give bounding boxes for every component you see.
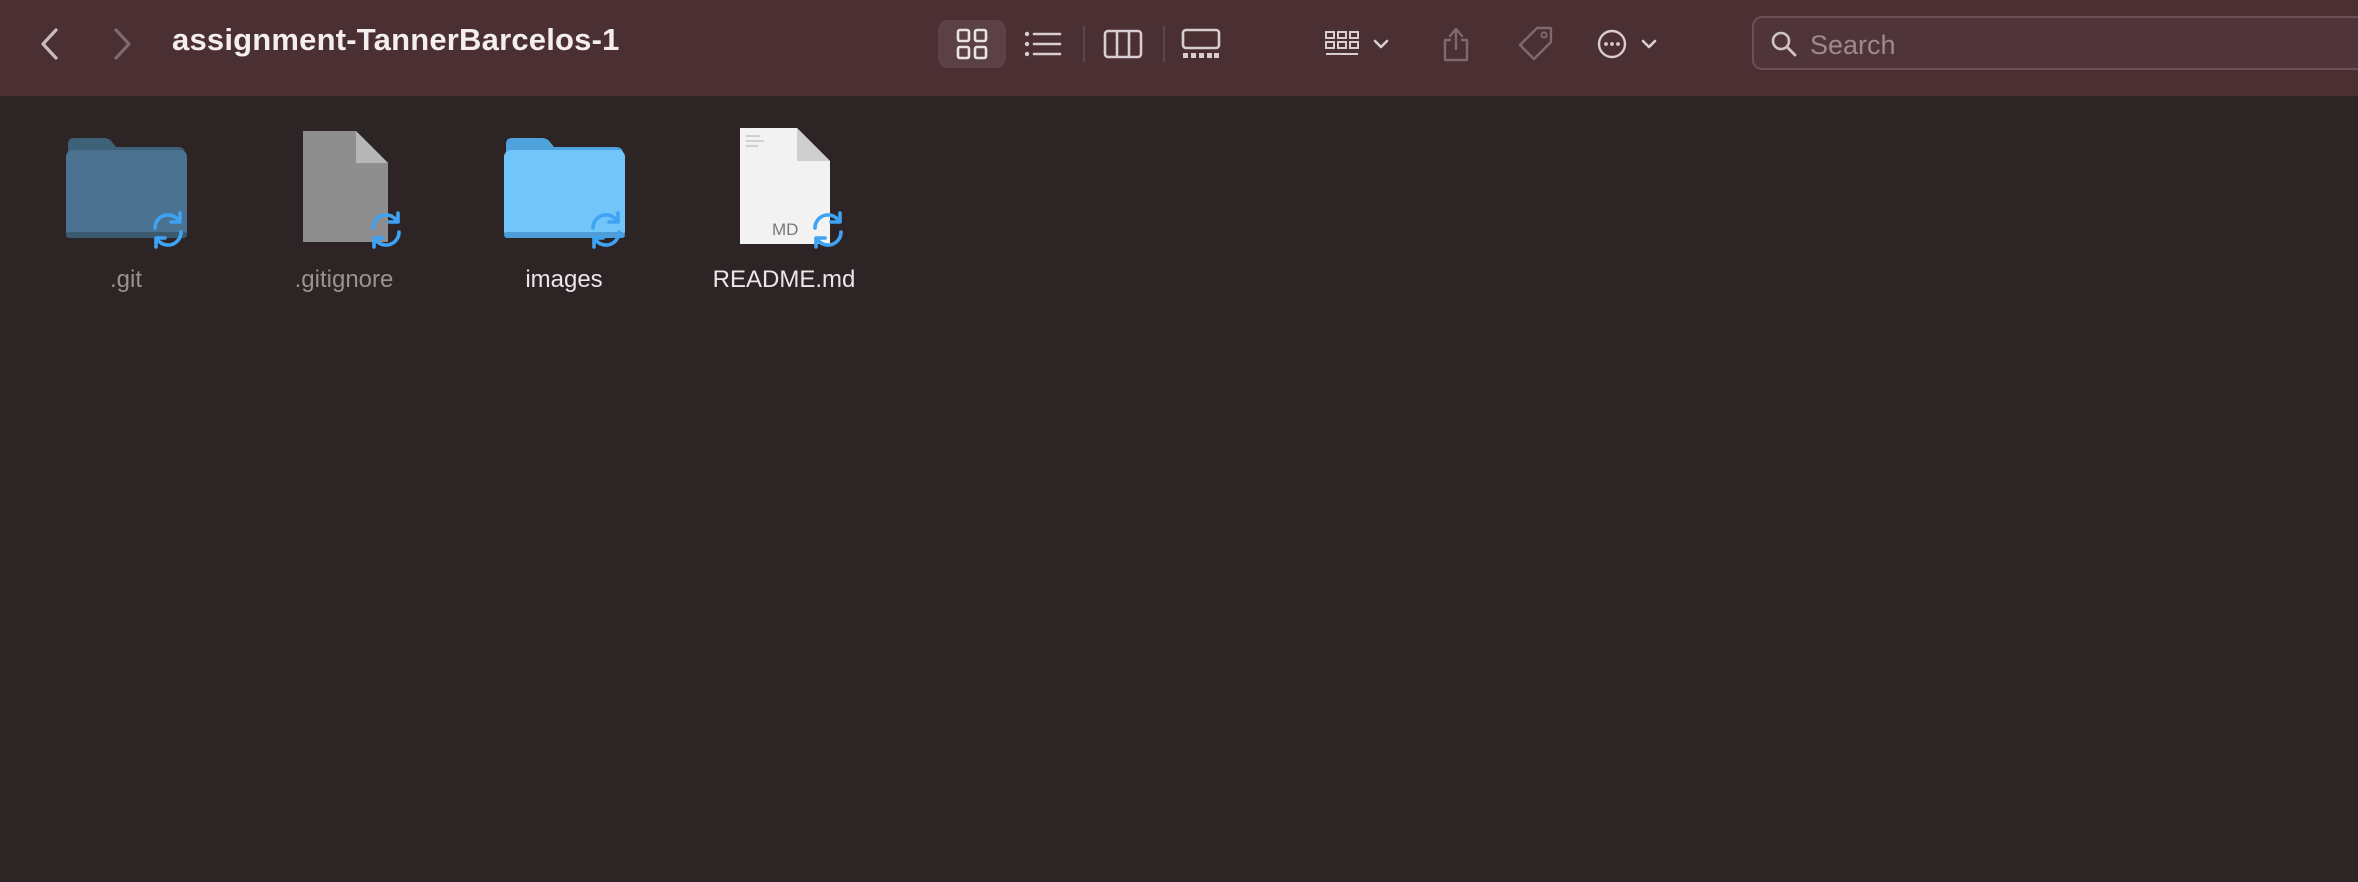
ellipsis-circle-icon <box>1597 29 1627 59</box>
chevron-right-icon <box>114 28 131 60</box>
back-button[interactable] <box>30 24 70 64</box>
search-field[interactable] <box>1752 16 2358 70</box>
file-item-readme[interactable]: MD README.md <box>694 120 874 310</box>
file-name: .git <box>109 266 142 293</box>
file-name: images <box>525 266 603 293</box>
search-icon <box>1771 31 1797 57</box>
file-item-git[interactable]: .git <box>36 120 216 310</box>
file-name: README.md <box>712 266 856 293</box>
columns-icon <box>1103 29 1143 59</box>
search-input[interactable] <box>1808 26 2352 64</box>
chevron-down-icon <box>1641 39 1657 49</box>
file-item-gitignore[interactable]: .gitignore <box>254 120 434 310</box>
tag-icon <box>1518 26 1553 61</box>
share-icon <box>1443 27 1469 62</box>
sync-icon <box>153 211 183 249</box>
forward-button[interactable] <box>102 24 142 64</box>
tag-button[interactable] <box>1512 20 1560 68</box>
window-title: assignment-TannerBarcelos-1 <box>172 22 620 57</box>
gallery-view-button[interactable] <box>1176 20 1226 68</box>
toolbar: assignment-TannerBarcelos-1 <box>0 0 2358 96</box>
grid-icon <box>956 28 988 60</box>
group-icon <box>1325 31 1359 55</box>
file-type-badge: MD <box>772 220 799 239</box>
chevron-left-icon <box>41 28 58 60</box>
column-view-button[interactable] <box>1098 20 1148 68</box>
sync-icon <box>813 211 843 249</box>
toolbar-separator <box>1163 26 1165 62</box>
sync-icon <box>591 211 621 249</box>
file-name: .gitignore <box>294 266 394 293</box>
group-button[interactable] <box>1320 20 1394 68</box>
list-icon <box>1024 31 1062 57</box>
list-view-button[interactable] <box>1018 20 1068 68</box>
toolbar-separator <box>1083 26 1085 62</box>
chevron-down-icon <box>1373 39 1389 49</box>
gallery-icon <box>1181 28 1221 58</box>
file-item-images[interactable]: images <box>474 120 654 310</box>
more-actions-button[interactable] <box>1590 20 1664 68</box>
sync-icon <box>371 211 401 249</box>
icon-view-button[interactable] <box>938 20 1006 68</box>
share-button[interactable] <box>1434 20 1478 68</box>
